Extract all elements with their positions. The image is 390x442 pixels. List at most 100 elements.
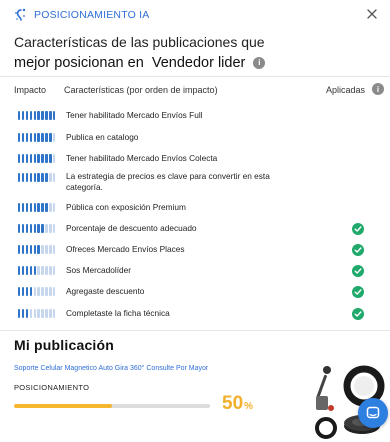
impact-bars <box>18 245 56 254</box>
title-line-2: mejor posicionan en Vendedor lider i <box>14 53 374 73</box>
info-icon[interactable]: i <box>253 57 266 69</box>
impact-bar <box>53 133 56 142</box>
impact-bar <box>21 287 25 296</box>
impact-bar <box>37 309 40 318</box>
impact-bar <box>49 245 52 254</box>
feature-label: Porcentaje de descuento adecuado <box>66 223 197 233</box>
impact-bar <box>53 203 56 212</box>
positioning-value: 50 <box>222 393 244 414</box>
impact-bar <box>18 245 21 254</box>
impact-bar <box>18 266 21 275</box>
impact-bar <box>41 224 44 233</box>
publication-link[interactable]: Soporte Celular Magnetico Auto Gira 360°… <box>14 365 208 372</box>
feature-label: Tener habilitado Mercado Envíos Colecta <box>66 153 218 163</box>
chat-icon <box>366 406 380 419</box>
impact-bar <box>21 111 25 120</box>
check-circle-icon <box>352 286 364 298</box>
impact-bar <box>53 309 56 318</box>
impact-bar <box>45 287 48 296</box>
impact-bar <box>53 287 56 296</box>
impact-bar <box>45 203 48 212</box>
impact-bar <box>25 154 29 163</box>
impact-bar <box>25 287 29 296</box>
positioning-progress-fill <box>14 404 112 408</box>
impact-bar <box>37 203 40 212</box>
impact-bar <box>41 266 44 275</box>
impact-bar <box>33 245 36 254</box>
impact-bar <box>21 245 25 254</box>
feature-label: Completaste la ficha técnica <box>66 308 170 318</box>
impact-bar <box>25 309 29 318</box>
feature-label: Tener habilitado Mercado Envíos Full <box>66 110 203 120</box>
impact-bar <box>33 111 36 120</box>
impact-bars <box>18 111 56 120</box>
impact-bar <box>49 133 52 142</box>
impact-bar <box>41 133 44 142</box>
impact-bar <box>53 154 56 163</box>
impact-bar <box>53 266 56 275</box>
impact-bar <box>41 287 44 296</box>
impact-bar <box>21 173 25 182</box>
impact-bar <box>37 224 40 233</box>
impact-bar <box>45 173 48 182</box>
impact-bars <box>18 266 56 275</box>
impact-bar <box>49 224 52 233</box>
impact-bar <box>25 173 29 182</box>
divider <box>0 76 390 77</box>
page-title: Características de las publicaciones que… <box>14 34 374 73</box>
impact-bar <box>18 224 21 233</box>
percent-symbol: % <box>244 401 254 412</box>
feature-label: Ofreces Mercado Envíos Places <box>66 244 185 254</box>
check-circle-icon <box>352 265 364 277</box>
impact-bar <box>29 173 33 182</box>
impact-bar <box>18 287 21 296</box>
impact-bar <box>37 245 40 254</box>
impact-bar <box>18 133 21 142</box>
feature-label: Sos Mercadolíder <box>66 265 132 275</box>
feature-label: Publica en catalogo <box>66 132 139 142</box>
check-circle-icon <box>352 223 364 235</box>
positioning-percentage: 50% <box>222 393 253 415</box>
chat-button[interactable] <box>358 398 388 428</box>
header-bar: POSICIONAMIENTO IA <box>0 0 390 30</box>
impact-bar <box>18 309 21 318</box>
close-button[interactable] <box>362 4 382 24</box>
check-circle-icon <box>352 308 364 320</box>
impact-bar <box>37 287 40 296</box>
impact-bar <box>53 224 56 233</box>
info-icon[interactable]: i <box>372 83 384 95</box>
impact-bar <box>25 133 29 142</box>
impact-bar <box>45 133 48 142</box>
impact-bar <box>25 245 29 254</box>
impact-bar <box>21 266 25 275</box>
impact-bar <box>41 154 44 163</box>
impact-bar <box>29 224 33 233</box>
close-icon <box>367 9 377 19</box>
impact-bar <box>53 111 56 120</box>
impact-bar <box>49 266 52 275</box>
impact-bars <box>18 173 56 182</box>
impact-bar <box>21 154 25 163</box>
impact-bar <box>29 266 33 275</box>
impact-bar <box>37 173 40 182</box>
impact-bar <box>21 309 25 318</box>
impact-bar <box>41 173 44 182</box>
impact-bar <box>33 133 36 142</box>
impact-bar <box>33 173 36 182</box>
impact-bar <box>49 154 52 163</box>
impact-bar <box>41 309 44 318</box>
impact-bar <box>25 266 29 275</box>
impact-bar <box>21 224 25 233</box>
impact-bar <box>33 224 36 233</box>
impact-bar <box>33 287 36 296</box>
check-circle-icon <box>352 244 364 256</box>
impact-bar <box>25 224 29 233</box>
feature-label: Agregaste descuento <box>66 286 145 296</box>
divider <box>0 330 390 331</box>
feature-label: Pública con exposición Premium <box>66 202 186 212</box>
impact-bar <box>53 245 56 254</box>
impact-bar <box>41 111 44 120</box>
title-line-2-text: mejor posicionan en Vendedor lider <box>14 55 246 71</box>
impact-bar <box>29 245 33 254</box>
column-caracteristicas: Características (por orden de impacto) <box>64 85 218 95</box>
